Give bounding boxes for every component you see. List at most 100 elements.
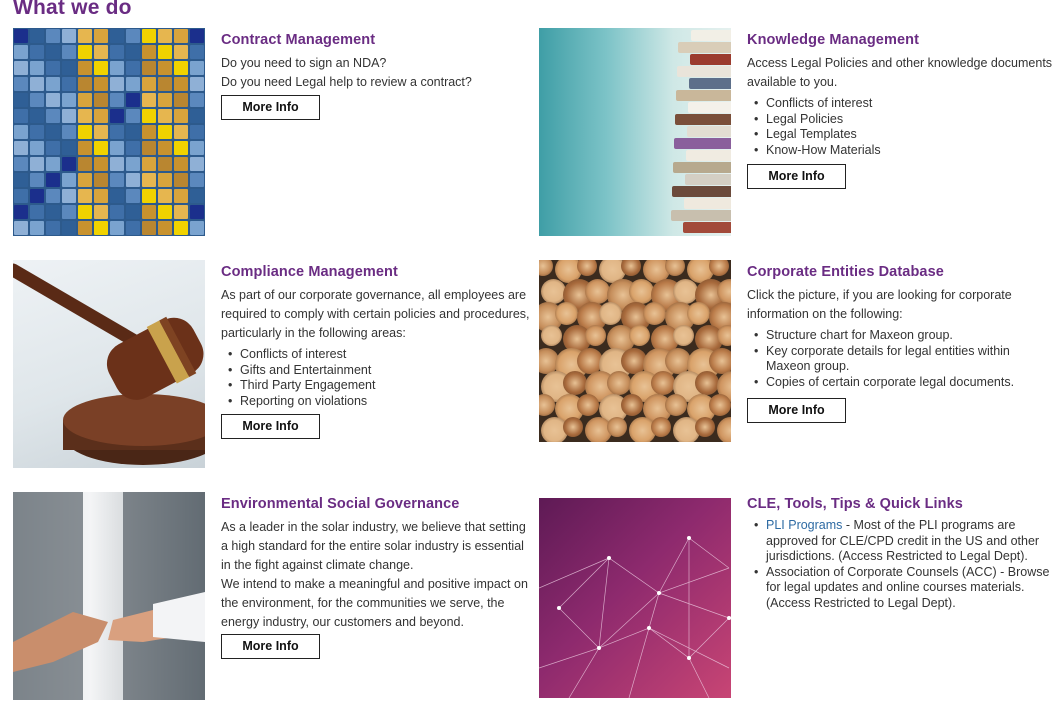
network-image[interactable] [539, 498, 731, 698]
handshake-icon [13, 492, 205, 700]
list-item: PLI Programs - Most of the PLI programs … [754, 518, 1057, 565]
log-end [621, 260, 641, 276]
card-text: Access Legal Policies and other knowledg… [747, 56, 1053, 89]
log-pile-image[interactable] [539, 260, 731, 442]
log-end [687, 302, 710, 325]
book-spine [687, 126, 731, 137]
log-pile-graphic [539, 260, 731, 442]
more-info-button[interactable]: More Info [221, 95, 320, 120]
book-spine [688, 102, 731, 113]
book-spine [676, 90, 731, 101]
gavel-icon [13, 263, 205, 465]
network-graphic [539, 498, 731, 698]
list-item: Copies of certain corporate legal docume… [754, 375, 1057, 391]
book-spine [672, 186, 731, 197]
card-list: Conflicts of interest Gifts and Entertai… [221, 347, 531, 409]
card-list: Structure chart for Maxeon group. Key co… [747, 328, 1057, 390]
card-environmental-social-governance: Environmental Social Governance As a lea… [13, 492, 533, 702]
card-text: Click the picture, if you are looking fo… [747, 288, 1012, 321]
log-end [599, 302, 622, 325]
card-corporate-entities-database: Corporate Entities Database Click the pi… [539, 260, 1059, 470]
list-item: Legal Policies [754, 112, 1057, 128]
log-end [673, 325, 694, 346]
card-title: Corporate Entities Database [747, 264, 944, 280]
log-end [607, 417, 627, 437]
log-end [563, 371, 587, 395]
more-info-button[interactable]: More Info [221, 414, 320, 439]
card-title: Compliance Management [221, 264, 398, 280]
log-end [539, 394, 555, 416]
book-spine [674, 138, 731, 149]
handshake-image[interactable] [13, 492, 205, 700]
log-end [717, 417, 731, 442]
list-item: Third Party Engagement [228, 378, 531, 394]
book-spine [690, 54, 731, 65]
list-item: Association of Corporate Counsels (ACC) … [754, 565, 1057, 612]
card-text: Do you need to sign an NDA? [221, 56, 387, 70]
log-end [577, 260, 597, 276]
book-stack-graphic [539, 28, 731, 236]
log-end [585, 325, 606, 346]
card-title: Environmental Social Governance [221, 496, 460, 512]
card-title: Knowledge Management [747, 32, 919, 48]
mosaic-tiles-graphic [13, 28, 205, 236]
log-end [695, 417, 715, 437]
book-spine [671, 210, 731, 221]
page-title: What we do [13, 0, 132, 19]
log-end [717, 325, 731, 346]
log-end [563, 417, 583, 437]
book-spine [678, 42, 731, 53]
log-end [709, 260, 729, 276]
log-end [607, 371, 631, 395]
log-end [651, 417, 671, 437]
card-compliance-management: Compliance Management As part of our cor… [13, 260, 533, 470]
log-end [665, 394, 687, 416]
gavel-image[interactable] [13, 260, 205, 468]
card-title: Contract Management [221, 32, 376, 48]
card-text: As part of our corporate governance, all… [221, 288, 530, 340]
book-spine [691, 30, 731, 41]
mosaic-tiles-image[interactable] [13, 28, 205, 236]
log-end [709, 348, 731, 374]
card-title: CLE, Tools, Tips & Quick Links [747, 496, 963, 512]
card-list: PLI Programs - Most of the PLI programs … [747, 518, 1057, 611]
book-spine [686, 150, 731, 161]
card-cle-tools-tips: CLE, Tools, Tips & Quick Links PLI Progr… [539, 492, 1059, 702]
list-item: Conflicts of interest [754, 96, 1057, 112]
log-end [709, 394, 731, 416]
log-end [539, 260, 553, 276]
card-text: As a leader in the solar industry, we be… [221, 520, 526, 572]
gavel-graphic [13, 260, 205, 468]
log-end [621, 394, 643, 416]
list-item: Structure chart for Maxeon group. [754, 328, 1057, 344]
network-icon [539, 536, 731, 698]
list-item: Know-How Materials [754, 143, 1057, 159]
list-item: Key corporate details for legal entities… [754, 344, 1057, 375]
book-spine [673, 162, 731, 173]
log-end [541, 325, 562, 346]
book-spine [677, 66, 731, 77]
pli-programs-link[interactable]: PLI Programs [766, 518, 842, 532]
log-end [555, 302, 578, 325]
book-spine [685, 174, 731, 185]
list-item: Legal Templates [754, 127, 1057, 143]
list-item: Gifts and Entertainment [228, 363, 531, 379]
card-list: Conflicts of interest Legal Policies Leg… [747, 96, 1057, 158]
book-spine [683, 222, 731, 233]
log-end [577, 394, 599, 416]
handshake-graphic [13, 492, 205, 700]
book-spine [689, 78, 731, 89]
log-end [629, 325, 650, 346]
card-text: Do you need Legal help to review a contr… [221, 75, 472, 89]
list-item: Conflicts of interest [228, 347, 531, 363]
list-item-text: Association of Corporate Counsels (ACC) … [766, 564, 1050, 610]
book-spine [675, 114, 731, 125]
more-info-button[interactable]: More Info [747, 164, 846, 189]
more-info-button[interactable]: More Info [747, 398, 846, 423]
book-stack-image[interactable] [539, 28, 731, 236]
book-spine [684, 198, 731, 209]
more-info-button[interactable]: More Info [221, 634, 320, 659]
list-item: Reporting on violations [228, 394, 531, 410]
card-knowledge-management: Knowledge Management Access Legal Polici… [539, 28, 1059, 238]
log-end [695, 371, 719, 395]
